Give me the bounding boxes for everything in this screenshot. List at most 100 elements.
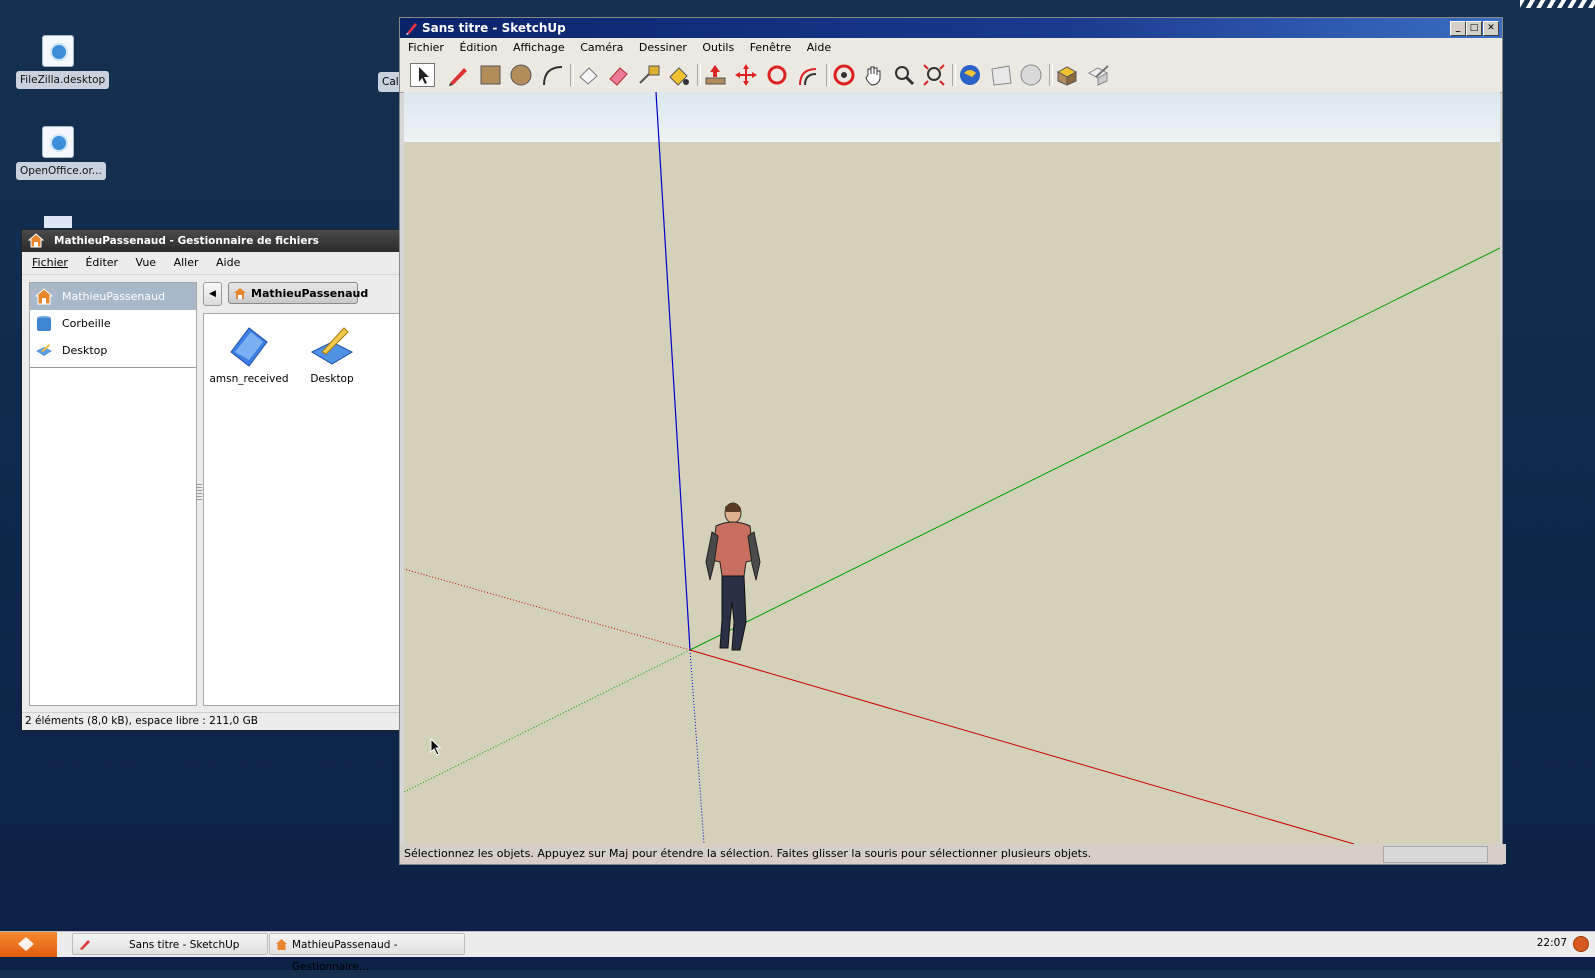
sidebar-item-label: Corbeille (62, 317, 111, 330)
move-tool-button[interactable] (734, 63, 759, 87)
rectangle-tool-button[interactable] (478, 63, 503, 87)
toolbar-separator (697, 64, 701, 86)
toolbar-separator (1049, 64, 1053, 86)
toolbar-separator (952, 64, 956, 86)
person-figure[interactable] (700, 502, 766, 654)
pane-resize-handle[interactable] (196, 484, 202, 500)
minimize-button[interactable]: _ (1450, 21, 1466, 36)
menu-affichage[interactable]: Affichage (513, 41, 565, 54)
zoom-extents-icon (923, 64, 945, 86)
menu-aller[interactable]: Aller (174, 256, 199, 269)
paint-tool-button[interactable] (667, 63, 692, 87)
orbit-icon (833, 64, 855, 86)
pencil-tool-button[interactable] (446, 63, 471, 87)
menu-fenetre[interactable]: Fenêtre (750, 41, 792, 54)
file-item[interactable]: amsn_received (209, 322, 289, 385)
pan-tool-button[interactable] (862, 63, 887, 87)
mouse-cursor-icon (430, 738, 442, 756)
orbit-tool-button[interactable] (832, 63, 857, 87)
measurements-box[interactable] (1383, 846, 1488, 863)
sketchup-menubar: Fichier Édition Affichage Caméra Dessine… (400, 38, 1502, 58)
desktop-icon-partial[interactable] (44, 216, 72, 228)
push-pull-tool-button[interactable] (703, 63, 728, 87)
circle-icon (510, 64, 532, 86)
menu-dessiner[interactable]: Dessiner (639, 41, 687, 54)
components-icon (1056, 66, 1078, 86)
close-button[interactable]: ✕ (1483, 21, 1499, 36)
3d-warehouse-button[interactable] (1019, 63, 1044, 87)
rotate-tool-button[interactable] (765, 63, 790, 87)
components-button[interactable] (1055, 63, 1080, 87)
styles-icon (1087, 65, 1109, 86)
paint-bucket-tool-button[interactable] (576, 63, 601, 87)
menu-edition[interactable]: Édition (459, 41, 497, 54)
back-button[interactable]: ◀ (203, 282, 222, 306)
eraser-tool-button[interactable] (606, 63, 631, 87)
window-title: MathieuPassenaud - Gestionnaire de fichi… (54, 235, 319, 247)
desktop-icon-filezilla[interactable]: FileZilla.desktop (16, 35, 110, 89)
file-item[interactable]: Desktop (292, 322, 372, 385)
power-icon[interactable] (1573, 936, 1589, 952)
status-text: Sélectionnez les objets. Appuyez sur Maj… (404, 847, 1092, 860)
menu-camera[interactable]: Caméra (580, 41, 623, 54)
share-model-button[interactable] (989, 63, 1014, 87)
taskbar-item-file-manager[interactable]: MathieuPassenaud - Gestionnaire... (269, 933, 465, 973)
rectangle-icon (480, 65, 501, 85)
drawing-viewport[interactable] (404, 92, 1500, 844)
menu-fichier[interactable]: Fichier (32, 256, 68, 269)
sketchup-status-bar: Sélectionnez les objets. Appuyez sur Maj… (400, 844, 1506, 864)
sidebar-item-desktop[interactable]: Desktop (30, 337, 196, 364)
sketchup-app-icon (406, 23, 417, 35)
breadcrumb[interactable]: MathieuPassenaud (228, 282, 368, 304)
file-manager-titlebar[interactable]: MathieuPassenaud - Gestionnaire de fichi… (22, 230, 404, 252)
offset-icon (799, 68, 817, 86)
rotate-icon (767, 65, 787, 85)
sidebar-divider (30, 367, 196, 368)
start-menu-icon (18, 937, 34, 951)
circle-tool-button[interactable] (509, 63, 534, 87)
window-title: Sans titre - SketchUp (422, 21, 566, 35)
select-tool-button[interactable] (410, 63, 435, 87)
zoom-extents-tool-button[interactable] (922, 63, 947, 87)
menu-vue[interactable]: Vue (136, 256, 157, 269)
styles-button[interactable] (1086, 63, 1111, 87)
main-toolbar (400, 58, 1502, 93)
filezilla-launcher-icon (42, 35, 74, 67)
desktop-folder-icon (310, 327, 354, 365)
menu-aide[interactable]: Aide (216, 256, 240, 269)
menu-fichier[interactable]: Fichier (408, 41, 444, 54)
taskbar-item-sketchup[interactable]: Sans titre - SketchUp (72, 933, 268, 955)
maximize-button[interactable]: □ (1466, 21, 1482, 36)
start-menu-button[interactable] (0, 932, 57, 957)
offset-tool-button[interactable] (796, 63, 821, 87)
file-manager-window: MathieuPassenaud - Gestionnaire de fichi… (21, 229, 407, 731)
clock[interactable]: 22:07 (1537, 937, 1567, 949)
home-icon (276, 939, 287, 950)
paint-bucket-icon (579, 67, 598, 85)
sidebar-item-trash[interactable]: Corbeille (30, 310, 196, 337)
tape-measure-tool-button[interactable] (637, 63, 662, 87)
tape-measure-icon (639, 65, 660, 84)
menu-aide[interactable]: Aide (807, 41, 831, 54)
get-models-icon (960, 65, 980, 85)
sidebar-item-home[interactable]: MathieuPassenaud (30, 283, 196, 310)
folder-icon (230, 327, 268, 367)
menu-editer[interactable]: Éditer (85, 256, 118, 269)
toolbar-separator (826, 64, 830, 86)
menu-outils[interactable]: Outils (702, 41, 734, 54)
sketchup-titlebar[interactable]: Sans titre - SketchUp _ □ ✕ (400, 18, 1502, 38)
desktop-icon (36, 344, 52, 356)
file-item-label: amsn_received (209, 373, 289, 385)
file-item-label: Desktop (310, 373, 354, 385)
file-view: amsn_received Desktop (203, 313, 405, 706)
arc-tool-button[interactable] (540, 63, 565, 87)
trash-icon (37, 316, 51, 331)
3d-warehouse-icon (1020, 64, 1042, 86)
pan-icon (865, 66, 881, 86)
desktop-icon-openoffice[interactable]: OpenOffice.or... (16, 126, 106, 180)
select-icon (419, 67, 429, 84)
zoom-tool-button[interactable] (892, 63, 917, 87)
move-icon (735, 64, 757, 86)
get-models-button[interactable] (958, 63, 983, 87)
share-model-icon (991, 65, 1012, 86)
